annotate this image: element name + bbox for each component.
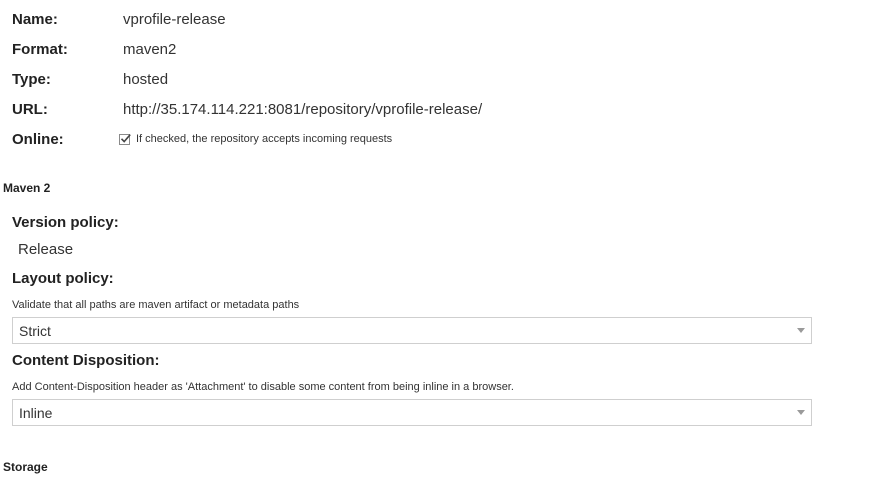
check-icon [120, 133, 131, 143]
layout-policy-help: Validate that all paths are maven artifa… [12, 299, 300, 311]
chevron-down-icon [797, 410, 805, 415]
maven-section-title: Maven 2 [3, 181, 51, 195]
version-policy-value: Release [18, 241, 74, 258]
name-label: Name: [12, 11, 58, 28]
storage-section-title: Storage [3, 460, 48, 474]
content-disposition-select[interactable]: Inline [12, 399, 812, 426]
layout-policy-selected-value: Strict [19, 323, 51, 339]
chevron-down-icon [797, 328, 805, 333]
format-label: Format: [12, 41, 68, 58]
name-value: vprofile-release [123, 11, 226, 28]
type-value: hosted [123, 71, 169, 88]
online-help-text: If checked, the repository accepts incom… [136, 133, 393, 145]
online-label: Online: [12, 131, 64, 148]
content-disposition-selected-value: Inline [19, 405, 53, 421]
format-value: maven2 [123, 41, 177, 58]
layout-policy-select[interactable]: Strict [12, 317, 812, 344]
online-checkbox[interactable] [119, 133, 131, 145]
type-label: Type: [12, 71, 51, 88]
layout-policy-label: Layout policy: [12, 270, 114, 287]
content-disposition-label: Content Disposition: [12, 352, 160, 369]
url-value: http://35.174.114.221:8081/repository/vp… [123, 101, 483, 118]
content-disposition-help: Add Content-Disposition header as 'Attac… [12, 381, 514, 393]
version-policy-label: Version policy: [12, 214, 119, 231]
online-checkbox-group: If checked, the repository accepts incom… [119, 133, 392, 145]
url-label: URL: [12, 101, 48, 118]
